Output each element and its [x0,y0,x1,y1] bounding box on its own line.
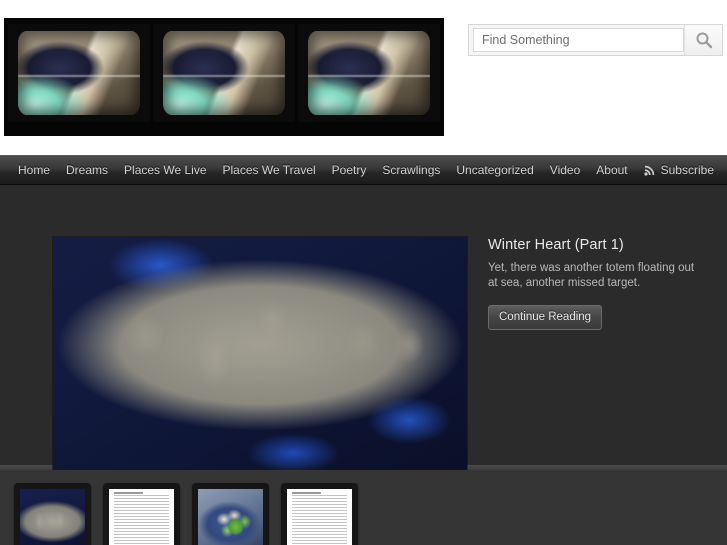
search-form[interactable] [468,24,723,56]
featured-slide-text: Winter Heart (Part 1) Yet, there was ano… [488,237,703,330]
tv-screen-icon [162,30,286,116]
main-navigation: Home Dreams Places We Live Places We Tra… [0,155,727,185]
thumbnail-item-1[interactable] [14,483,91,545]
nav-item-places-we-travel[interactable]: Places We Travel [215,156,324,184]
search-button[interactable] [684,25,722,55]
banner-panels [4,18,444,136]
site-banner-image [4,18,444,136]
featured-slider: Winter Heart (Part 1) Yet, there was ano… [0,185,727,530]
thumbnail-strip [0,470,727,545]
tv-screen-icon [17,30,141,116]
subscribe-label: Subscribe [660,163,714,177]
nav-item-home[interactable]: Home [10,156,58,184]
nav-item-dreams[interactable]: Dreams [58,156,116,184]
thumbnail-image [20,489,85,545]
banner-tv-panel-1 [8,24,150,122]
thumbnail-item-4[interactable] [281,483,358,545]
nav-item-list: Home Dreams Places We Live Places We Tra… [10,156,636,184]
search-icon [696,32,712,49]
featured-slide-excerpt: Yet, there was another totem floating ou… [488,262,695,289]
thumbnail-item-3[interactable] [192,483,269,545]
search-input[interactable] [473,28,684,52]
nav-item-poetry[interactable]: Poetry [324,156,375,184]
nav-item-video[interactable]: Video [542,156,588,184]
featured-slide-image[interactable] [53,237,467,472]
thumbnail-item-2[interactable] [103,483,180,545]
thumbnail-image [109,489,174,545]
tv-screen-icon [307,30,431,116]
thumbnail-image [198,489,263,545]
nav-item-about[interactable]: About [588,156,635,184]
nav-item-uncategorized[interactable]: Uncategorized [448,156,541,184]
continue-reading-button[interactable]: Continue Reading [488,305,603,330]
site-header [0,0,727,155]
featured-slide-title: Winter Heart (Part 1) [488,237,624,253]
nav-item-scrawlings[interactable]: Scrawlings [374,156,448,184]
nav-item-places-we-live[interactable]: Places We Live [116,156,214,184]
banner-tv-panel-3 [298,24,440,122]
rss-feed-icon [644,165,654,176]
banner-tv-panel-2 [153,24,295,122]
subscribe-link[interactable]: Subscribe [636,163,722,177]
thumbnail-image [287,489,352,545]
